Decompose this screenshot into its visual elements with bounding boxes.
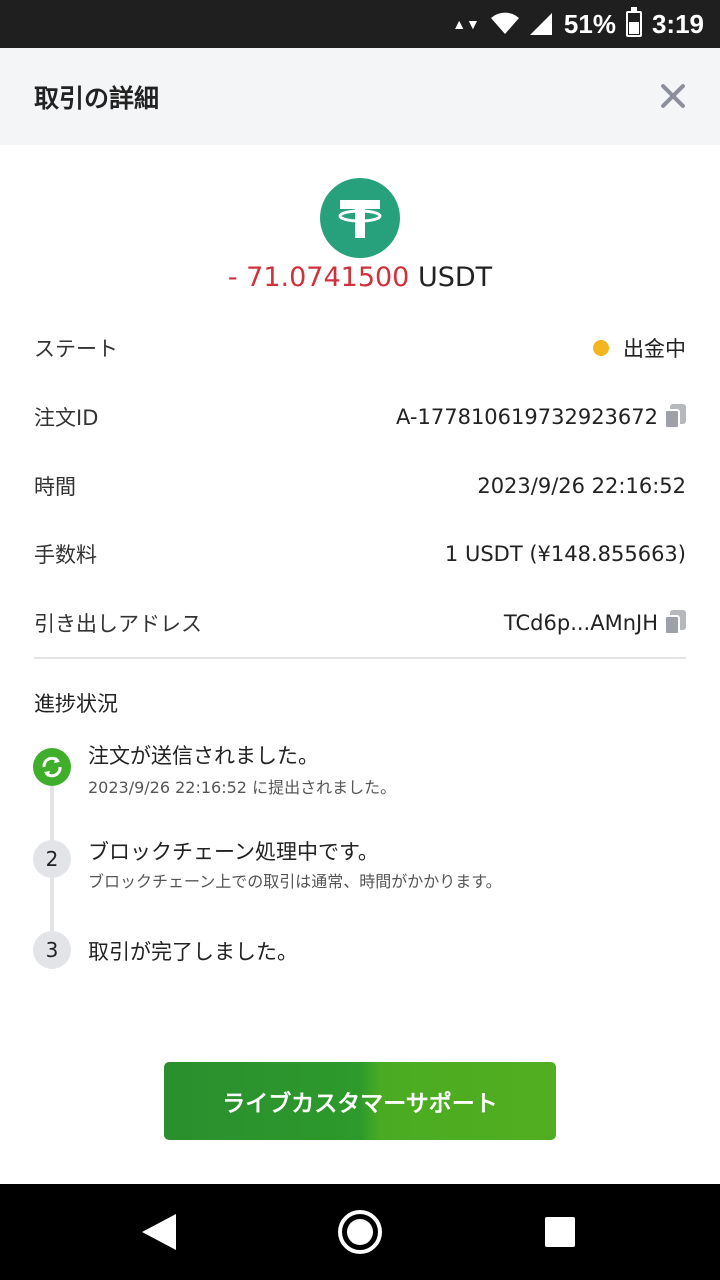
tether-icon bbox=[320, 178, 400, 258]
step-1-title: 注文が送信されました。 bbox=[88, 744, 319, 768]
amount: - 71.0741500 USDT bbox=[0, 262, 720, 293]
time-row: 時間 2023/9/26 22:16:52 bbox=[34, 466, 686, 506]
status-dot-icon bbox=[593, 340, 609, 356]
battery-icon bbox=[625, 7, 642, 37]
header: 取引の詳細 bbox=[0, 48, 720, 145]
status-bar: ▲▼ 51% 3:19 bbox=[0, 0, 720, 48]
state-label: ステート bbox=[34, 337, 118, 361]
home-icon[interactable] bbox=[338, 1210, 382, 1254]
order-id-label: 注文ID bbox=[34, 406, 99, 430]
fee-label: 手数料 bbox=[34, 543, 97, 567]
state-row: ステート 出金中 bbox=[34, 328, 686, 368]
time-label: 時間 bbox=[34, 475, 76, 499]
back-icon[interactable] bbox=[142, 1214, 176, 1250]
recent-apps-icon[interactable] bbox=[545, 1217, 575, 1247]
amount-value: - 71.0741500 bbox=[227, 262, 410, 293]
order-id-row: 注文ID A-177810619732923672 bbox=[34, 397, 686, 437]
copy-icon[interactable] bbox=[662, 404, 686, 430]
wifi-icon bbox=[490, 12, 519, 34]
divider bbox=[34, 657, 686, 659]
state-value: 出金中 bbox=[623, 337, 686, 361]
amount-unit: USDT bbox=[417, 262, 493, 293]
step-2-subtitle: ブロックチェーン上での取引は通常、時間がかかります。 bbox=[88, 872, 502, 891]
step-3-title: 取引が完了しました。 bbox=[88, 940, 298, 964]
step-3-number: 3 bbox=[33, 931, 71, 969]
live-support-button[interactable]: ライブカスタマーサポート bbox=[164, 1062, 556, 1140]
cell-signal-icon bbox=[529, 13, 552, 35]
battery-percent: 51% bbox=[563, 8, 616, 39]
close-icon[interactable] bbox=[658, 82, 686, 110]
fee-value: 1 USDT (¥148.855663) bbox=[444, 542, 686, 566]
fee-row: 手数料 1 USDT (¥148.855663) bbox=[34, 534, 686, 574]
order-id-value: A-177810619732923672 bbox=[396, 405, 658, 429]
page-title: 取引の詳細 bbox=[34, 83, 160, 113]
step-2-title: ブロックチェーン処理中です。 bbox=[88, 840, 379, 864]
copy-icon[interactable] bbox=[662, 610, 686, 636]
progress-title: 進捗状況 bbox=[34, 692, 118, 716]
data-transfer-icon: ▲▼ bbox=[452, 16, 480, 32]
address-label: 引き出しアドレス bbox=[34, 612, 202, 636]
time-value: 2023/9/26 22:16:52 bbox=[477, 474, 686, 498]
step-1-subtitle: 2023/9/26 22:16:52 に提出されました。 bbox=[88, 778, 397, 797]
step-2-number: 2 bbox=[33, 840, 71, 878]
clock: 3:19 bbox=[651, 8, 704, 39]
address-value: TCd6p...AMnJH bbox=[503, 611, 658, 635]
refresh-icon bbox=[33, 748, 71, 786]
address-row: 引き出しアドレス TCd6p...AMnJH bbox=[34, 603, 686, 643]
